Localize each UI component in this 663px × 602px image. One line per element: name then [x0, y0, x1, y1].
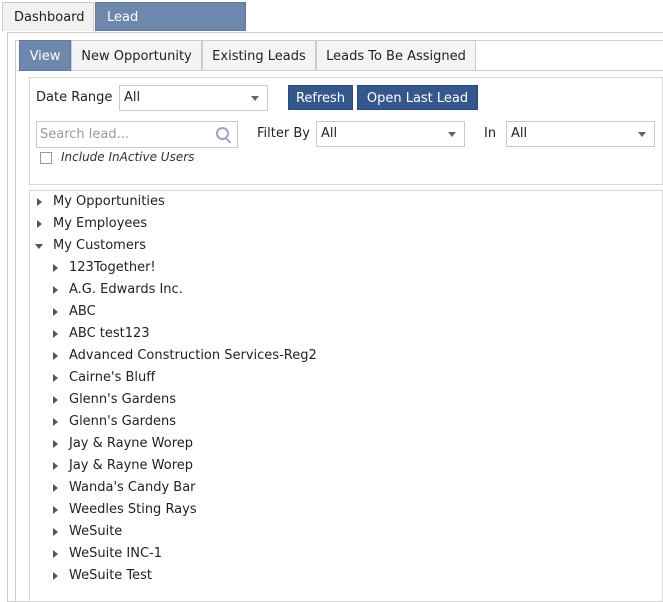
expand-icon[interactable] — [53, 528, 58, 536]
expand-icon[interactable] — [53, 264, 58, 272]
expand-icon[interactable] — [53, 462, 58, 470]
expand-icon[interactable] — [53, 550, 58, 558]
tree-node-customer[interactable]: A.G. Edwards Inc. — [69, 279, 183, 301]
tree-node-customer[interactable]: Wanda's Candy Bar — [69, 477, 196, 499]
tree-node-my-opportunities[interactable]: My Opportunities — [53, 191, 165, 213]
subtab-existing-leads[interactable]: Existing Leads — [202, 40, 316, 71]
expand-icon[interactable] — [53, 572, 58, 580]
expand-icon[interactable] — [53, 374, 58, 382]
expand-icon[interactable] — [53, 308, 58, 316]
date-range-select[interactable]: All — [119, 85, 268, 111]
tree-node-customer[interactable]: Advanced Construction Services-Reg2 — [69, 345, 317, 367]
expand-icon[interactable] — [53, 440, 58, 448]
search-input[interactable] — [40, 123, 210, 146]
subtab-leads-to-be-assigned[interactable]: Leads To Be Assigned — [316, 40, 476, 71]
tree-node-customer[interactable]: ABC — [69, 301, 96, 323]
expand-icon[interactable] — [37, 220, 42, 228]
search-icon[interactable] — [216, 127, 229, 140]
subtab-new-opportunity[interactable]: New Opportunity — [71, 40, 202, 71]
open-last-lead-button[interactable]: Open Last Lead — [357, 85, 478, 110]
tree-node-customer[interactable]: ABC test123 — [69, 323, 150, 345]
top-tab-bar: Dashboard Lead Managementx — [0, 0, 663, 54]
include-inactive-label: Include InActive Users — [61, 150, 195, 164]
expand-icon[interactable] — [53, 418, 58, 426]
date-range-value: All — [124, 90, 141, 105]
expand-icon[interactable] — [53, 396, 58, 404]
tree-node-customer[interactable]: WeSuite INC-1 — [69, 543, 162, 565]
expand-icon[interactable] — [53, 286, 58, 294]
include-inactive-checkbox[interactable] — [40, 152, 52, 164]
subtab-view[interactable]: View — [19, 40, 71, 71]
expand-icon[interactable] — [37, 198, 42, 206]
expand-icon[interactable] — [53, 506, 58, 514]
chevron-down-icon — [448, 132, 456, 137]
filter-by-label: Filter By — [257, 126, 310, 141]
search-box[interactable] — [36, 121, 238, 148]
tree-node-customer[interactable]: WeSuite — [69, 521, 122, 543]
expand-icon[interactable] — [53, 330, 58, 338]
tree-node-customer[interactable]: Jay & Rayne Worep — [69, 433, 193, 455]
tree-node-customer[interactable]: WeSuite Test — [69, 565, 152, 587]
tree-node-customer[interactable]: Glenn's Gardens — [69, 411, 176, 433]
collapse-icon[interactable] — [35, 244, 43, 249]
filter-by-select[interactable]: All — [316, 121, 465, 147]
refresh-button[interactable]: Refresh — [288, 85, 353, 110]
chevron-down-icon — [638, 132, 646, 137]
in-select[interactable]: All — [506, 121, 655, 147]
chevron-down-icon — [251, 96, 259, 101]
tab-lead-management[interactable]: Lead Managementx — [95, 2, 246, 54]
tree-node-my-customers[interactable]: My Customers — [53, 235, 146, 257]
filter-by-value: All — [321, 126, 338, 141]
expand-icon[interactable] — [53, 484, 58, 492]
tree-node-my-employees[interactable]: My Employees — [53, 213, 147, 235]
tree-node-customer[interactable]: Weedles Sting Rays — [69, 499, 197, 521]
in-label: In — [484, 126, 497, 141]
expand-icon[interactable] — [53, 352, 58, 360]
tree-node-customer[interactable]: Jay & Rayne Worep — [69, 455, 193, 477]
tree-node-customer[interactable]: Glenn's Gardens — [69, 389, 176, 411]
date-range-label: Date Range — [36, 90, 113, 105]
tree-node-customer[interactable]: Cairne's Bluff — [69, 367, 155, 389]
in-value: All — [511, 126, 528, 141]
tab-dashboard[interactable]: Dashboard — [2, 2, 94, 31]
tree-node-customer[interactable]: 123Together! — [69, 257, 156, 279]
